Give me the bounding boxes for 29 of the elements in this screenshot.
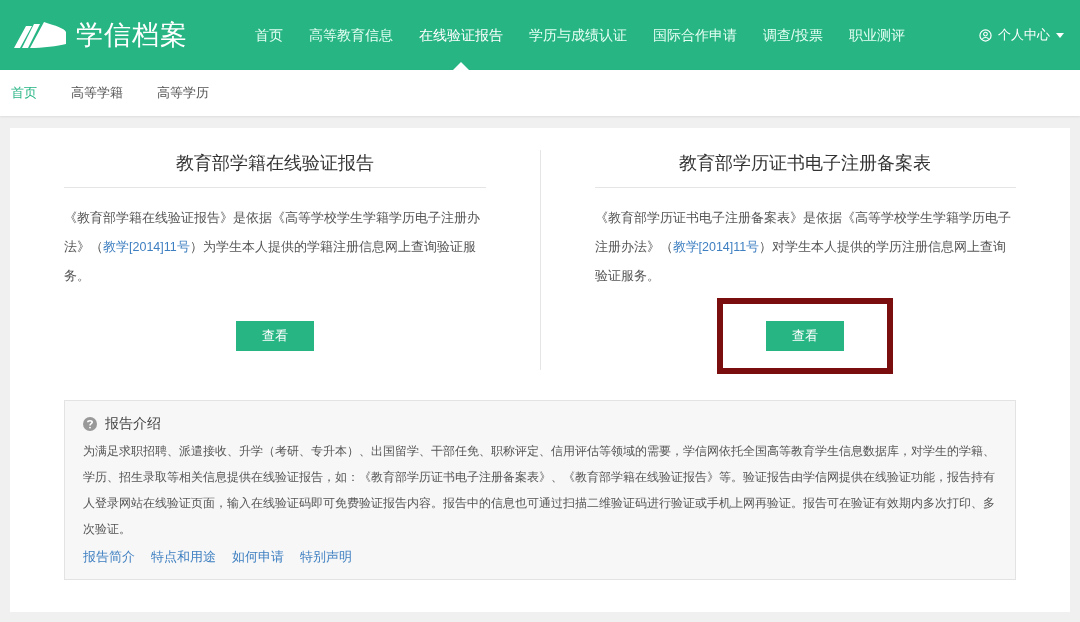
- view-button[interactable]: 查看: [766, 321, 845, 351]
- regulation-link[interactable]: 教学[2014]11号: [672, 240, 760, 254]
- card-description: 《教育部学籍在线验证报告》是依据《高等学校学生学籍学历电子注册办法》（教学[2014]11号）为学生本人提供的学籍注册信息网上查询验证服务。: [64, 210, 481, 285]
- nav-tab[interactable]: 职业测评: [835, 0, 918, 70]
- breadcrumb-link[interactable]: 首页: [11, 83, 37, 103]
- card-title: 教育部学籍在线验证报告: [64, 150, 486, 188]
- nav-tab[interactable]: 高等教育信息: [296, 0, 406, 70]
- nav-tab[interactable]: 首页: [242, 0, 296, 70]
- help-icon: [83, 416, 97, 431]
- nav-tab[interactable]: 国际合作申请: [640, 0, 750, 70]
- card-title: 教育部学历证书电子注册备案表: [594, 150, 1016, 188]
- intro-paragraph: 为满足求职招聘、派遣接收、升学（考研、专升本）、出国留学、干部任免、职称评定、信用评估等领域的需要，学信网依托全国高等教育学生信息数据库，对学生的学籍、学历、招生录取等相关信息提供在线验证报告，如：《教育部学历证书电子注册备案表》、《教育部学籍在线验证报告》等。验证报告由学信网提供在线验证功能，报告持有人登录网站在线验证页面，输入在线验证码即可免费验证报告内容。报告中的信息也可通过扫描二维验证码进行验证或手机上网再验证。报告可在验证有效期内多次打印、多次验证。: [83, 443, 996, 538]
- intro-link[interactable]: 特别声明: [300, 548, 352, 567]
- regulation-link[interactable]: 教学[2014]11号: [103, 240, 190, 254]
- user-icon: [979, 28, 992, 42]
- nav-tab[interactable]: 调查/投票: [750, 0, 836, 70]
- user-menu[interactable]: 个人中心: [979, 25, 1068, 45]
- view-button[interactable]: 查看: [235, 321, 314, 351]
- intro-link[interactable]: 特点和用途: [151, 548, 216, 567]
- site-logo-text: 学信档案: [76, 18, 188, 52]
- intro-link[interactable]: 如何申请: [232, 548, 284, 567]
- breadcrumb-link[interactable]: 高等学历: [157, 83, 209, 103]
- nav-tab[interactable]: 学历与成绩认证: [516, 0, 640, 70]
- caret-icon: [1056, 32, 1064, 38]
- intro-title: 报告介绍: [105, 414, 161, 433]
- breadcrumb-link[interactable]: 高等学籍: [71, 83, 123, 103]
- card-description: 《教育部学历证书电子注册备案表》是依据《高等学校学生学籍学历电子注册办法》（教学[2014]11号）对学生本人提供的学历注册信息网上查询验证服务。: [594, 210, 1012, 285]
- book-pages-logo-icon: [12, 20, 68, 50]
- intro-link[interactable]: 报告简介: [83, 548, 135, 567]
